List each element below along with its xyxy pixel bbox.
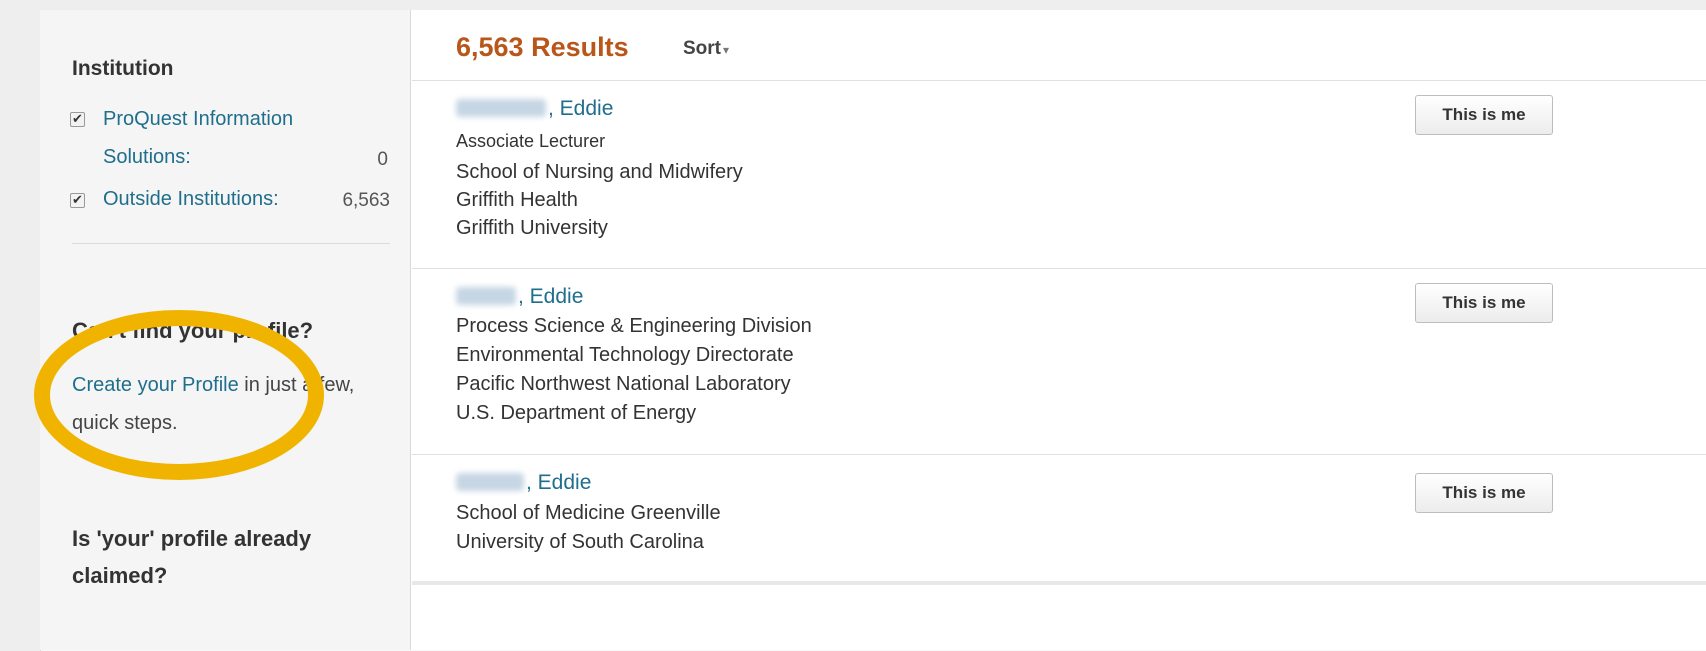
redacted-surname (456, 99, 546, 117)
sidebar-divider (72, 243, 390, 244)
sort-dropdown[interactable]: Sort ▾ (683, 38, 729, 60)
result-line: Associate Lecturer (456, 131, 606, 151)
chevron-down-icon: ▾ (723, 43, 730, 57)
results-bottom-divider (412, 581, 1706, 585)
facet-outside-label[interactable]: Outside Institutions: (103, 188, 279, 211)
outside-institutions-checkbox[interactable]: ✔ (70, 193, 85, 208)
highlight-annotation-ring (34, 310, 324, 480)
result-name-link[interactable]: , Eddie (456, 97, 613, 121)
result-line: School of Nursing and Midwifery (456, 161, 743, 183)
result-line: Pacific Northwest National Laboratory (456, 373, 791, 395)
result-line: Griffith University (456, 217, 608, 239)
sort-label: Sort (683, 38, 721, 59)
facet-proquest-count: 0 (377, 149, 388, 170)
result-name-link[interactable]: , Eddie (456, 471, 591, 495)
profile-claimed-title: Is 'your' profile already claimed? (72, 520, 392, 594)
redacted-surname (456, 287, 516, 305)
proquest-checkbox[interactable]: ✔ (70, 112, 85, 127)
redacted-surname (456, 473, 524, 491)
profile-claimed-title-2: claimed? (72, 563, 168, 588)
institution-facet-title: Institution (72, 57, 174, 80)
result-line: U.S. Department of Energy (456, 402, 697, 424)
this-is-me-button[interactable]: This is me (1415, 95, 1553, 135)
profile-claimed-title-1: Is 'your' profile already (72, 526, 312, 551)
results-count: 6,563 Results (456, 32, 629, 62)
facet-proquest-label-2[interactable]: Solutions: (103, 146, 191, 169)
result-line: University of South Carolina (456, 531, 704, 553)
this-is-me-button[interactable]: This is me (1415, 473, 1553, 513)
result-item: , Eddie Associate Lecturer School of Nur… (412, 80, 1706, 269)
result-line: Process Science & Engineering Division (456, 315, 812, 337)
result-item: , Eddie School of Medicine Greenville Un… (412, 454, 1706, 641)
result-item: , Eddie Process Science & Engineering Di… (412, 268, 1706, 455)
result-line: School of Medicine Greenville (456, 502, 721, 524)
result-name-link[interactable]: , Eddie (456, 285, 583, 309)
facet-proquest-label-1[interactable]: ProQuest Information (103, 108, 293, 131)
result-line: Griffith Health (456, 189, 578, 211)
result-line: Environmental Technology Directorate (456, 344, 794, 366)
facet-outside-count: 6,563 (342, 190, 390, 211)
this-is-me-button[interactable]: This is me (1415, 283, 1553, 323)
